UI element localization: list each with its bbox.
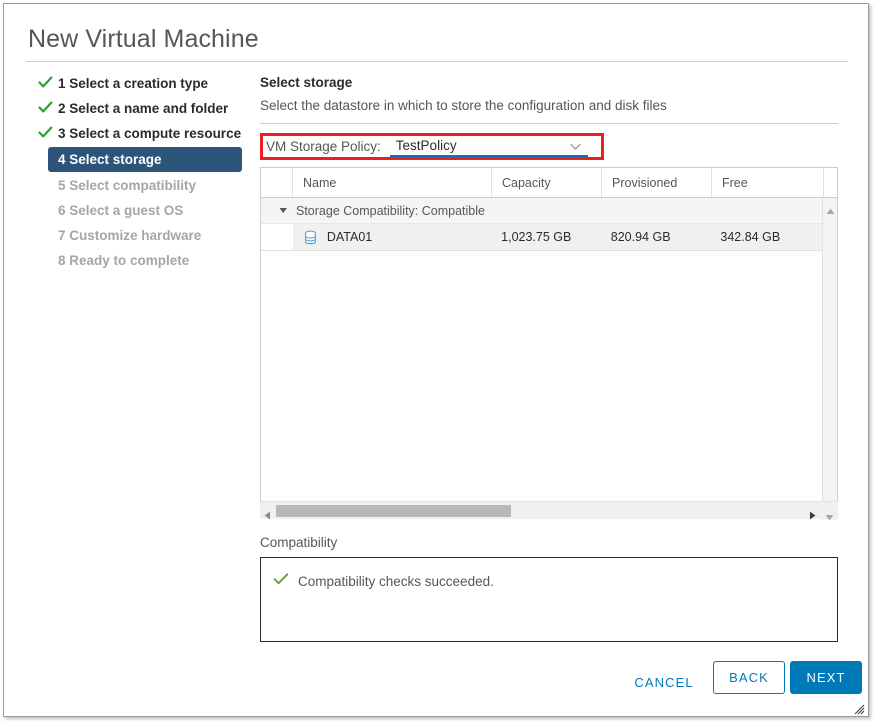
vm-storage-policy-value: TestPolicy <box>390 138 457 153</box>
table-vertical-scrollbar[interactable] <box>822 198 837 520</box>
sidebar-item-label: 3 Select a compute resource <box>58 126 241 141</box>
row-name-cell: DATA01 <box>293 224 491 250</box>
triangle-expanded-icon[interactable] <box>279 202 288 220</box>
dialog-footer: CANCEL BACK NEXT <box>4 661 870 701</box>
pane-title: Select storage <box>260 74 838 92</box>
compatibility-message: Compatibility checks succeeded. <box>298 574 494 589</box>
page-title: New Virtual Machine <box>28 25 259 54</box>
table-header-row: Name Capacity Provisioned Free <box>261 168 837 198</box>
table-row[interactable]: DATA01 1,023.75 GB 820.94 GB 342.84 GB <box>261 224 822 251</box>
sidebar-item-select-compatibility[interactable]: 5 Select compatibility <box>26 174 246 197</box>
row-provisioned-cell: 820.94 GB <box>601 224 711 250</box>
column-header-capacity[interactable]: Capacity <box>492 168 602 197</box>
check-icon <box>38 75 53 90</box>
sidebar-item-label: 6 Select a guest OS <box>58 203 183 218</box>
table-horizontal-scrollbar[interactable] <box>260 501 838 519</box>
column-header-free[interactable]: Free <box>712 168 824 197</box>
back-button[interactable]: BACK <box>713 661 785 694</box>
datastore-table: Name Capacity Provisioned Free Storage C… <box>260 167 838 519</box>
column-header-name[interactable]: Name <box>293 168 492 197</box>
dialog-title-bar: New Virtual Machine <box>4 4 868 60</box>
pane-divider <box>260 123 838 124</box>
sidebar-item-label: 8 Ready to complete <box>58 253 189 268</box>
check-icon <box>38 100 53 115</box>
sidebar-item-select-compute-resource[interactable]: 3 Select a compute resource <box>26 122 246 145</box>
wizard-step-list: 1 Select a creation type 2 Select a name… <box>26 72 246 274</box>
table-group-label: Storage Compatibility: Compatible <box>296 204 485 218</box>
row-free-cell: 342.84 GB <box>710 224 822 250</box>
scroll-left-arrow-icon[interactable] <box>264 507 271 525</box>
chevron-down-icon <box>569 140 582 158</box>
table-body: Storage Compatibility: Compatible DATA01 <box>261 198 837 520</box>
sidebar-item-select-storage[interactable]: 4 Select storage <box>48 147 242 172</box>
sidebar-item-label: 7 Customize hardware <box>58 228 201 243</box>
sidebar-item-select-name-and-folder[interactable]: 2 Select a name and folder <box>26 97 246 120</box>
compatibility-panel: Compatibility checks succeeded. <box>260 557 838 642</box>
compatibility-label: Compatibility <box>260 535 337 550</box>
compatibility-message-row: Compatibility checks succeeded. <box>273 571 837 592</box>
row-capacity-cell: 1,023.75 GB <box>491 224 601 250</box>
column-header-select[interactable] <box>261 168 293 197</box>
pane-header: Select storage Select the datastore in w… <box>260 74 838 124</box>
sidebar-item-label: 2 Select a name and folder <box>58 101 228 116</box>
resize-grip-icon[interactable] <box>853 702 865 714</box>
sidebar-item-label: 5 Select compatibility <box>58 178 196 193</box>
sidebar-item-customize-hardware[interactable]: 7 Customize hardware <box>26 224 246 247</box>
vm-storage-policy-label: VM Storage Policy: <box>266 139 381 154</box>
row-select-cell[interactable] <box>261 224 293 250</box>
sidebar-item-select-creation-type[interactable]: 1 Select a creation type <box>26 72 246 95</box>
table-group-row[interactable]: Storage Compatibility: Compatible <box>261 198 822 224</box>
row-name-label: DATA01 <box>327 230 372 244</box>
check-icon <box>38 125 53 140</box>
next-button[interactable]: NEXT <box>790 661 862 694</box>
vm-storage-policy-select[interactable]: TestPolicy <box>390 136 588 157</box>
title-divider <box>26 61 848 62</box>
column-header-provisioned[interactable]: Provisioned <box>602 168 712 197</box>
sidebar-item-ready-to-complete[interactable]: 8 Ready to complete <box>26 249 246 272</box>
column-header-spacer <box>824 168 837 197</box>
scroll-right-arrow-icon[interactable] <box>809 507 816 525</box>
sidebar-item-label: 1 Select a creation type <box>58 76 208 91</box>
cancel-button[interactable]: CANCEL <box>621 666 707 699</box>
datastore-icon <box>303 230 318 245</box>
check-icon <box>273 571 289 592</box>
scroll-up-arrow-icon[interactable] <box>826 202 835 220</box>
sidebar-item-select-guest-os[interactable]: 6 Select a guest OS <box>26 199 246 222</box>
horizontal-scroll-thumb[interactable] <box>276 505 511 517</box>
pane-subtitle: Select the datastore in which to store t… <box>260 96 838 115</box>
scroll-down-arrow-icon[interactable] <box>825 508 834 526</box>
sidebar-item-label: 4 Select storage <box>58 152 162 167</box>
new-virtual-machine-dialog: New Virtual Machine 1 Select a creation … <box>3 3 869 717</box>
vm-storage-policy-highlight: VM Storage Policy: TestPolicy <box>260 133 604 160</box>
